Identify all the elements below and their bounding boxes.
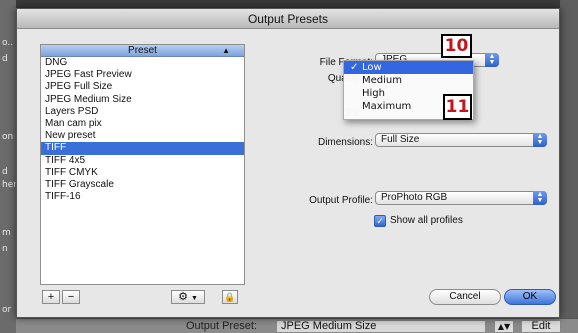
- background-text-fragment: on: [2, 132, 14, 142]
- cancel-button[interactable]: Cancel: [429, 289, 501, 305]
- preset-list-item[interactable]: TIFF: [41, 142, 244, 155]
- popup-arrows-icon: ▲ ▼: [533, 191, 547, 205]
- output-preset-stepper[interactable]: ▲▼: [494, 320, 514, 333]
- preset-list-item[interactable]: TIFF 4x5: [41, 155, 244, 167]
- preset-column-label: Preset: [128, 45, 157, 56]
- add-preset-button[interactable]: +: [42, 290, 60, 304]
- preset-list[interactable]: Preset ▲ DNG JPEG Fast Preview JPEG Full S…: [40, 44, 245, 285]
- background-text-fragment: d: [2, 54, 8, 64]
- preset-list-item[interactable]: JPEG Fast Preview: [41, 69, 244, 81]
- preset-list-item[interactable]: Man cam pix: [41, 118, 244, 130]
- callout-10: 10: [441, 34, 472, 58]
- preset-list-item[interactable]: TIFF CMYK: [41, 167, 244, 179]
- preset-list-item[interactable]: JPEG Full Size: [41, 81, 244, 93]
- gear-icon: ⚙: [178, 291, 188, 303]
- popup-arrows-icon: ▲ ▼: [485, 53, 499, 67]
- background-text-fragment: or: [2, 305, 12, 315]
- background-text-fragment: o..: [2, 38, 14, 48]
- preset-list-item[interactable]: TIFF-16: [41, 191, 244, 203]
- quality-option-medium[interactable]: Medium: [344, 74, 473, 87]
- quality-option-label: Low: [362, 62, 382, 73]
- quality-option-low[interactable]: ✓ Low: [344, 61, 473, 74]
- ok-button[interactable]: OK: [504, 289, 556, 305]
- dimensions-value: Full Size: [381, 134, 420, 145]
- dialog-title: Output Presets: [17, 9, 559, 29]
- lock-button[interactable]: 🔒: [222, 290, 238, 304]
- preset-list-item[interactable]: TIFF Grayscale: [41, 179, 244, 191]
- dimensions-popup[interactable]: Full Size ▲ ▼: [375, 133, 547, 147]
- background-text-fragment: m: [2, 228, 11, 238]
- output-profile-popup[interactable]: ProPhoto RGB ▲ ▼: [375, 191, 547, 205]
- preset-list-item[interactable]: New preset: [41, 130, 244, 142]
- dimensions-label: Dimensions:: [317, 137, 373, 148]
- checkmark-icon: ✓: [350, 62, 359, 73]
- quality-option-label: High: [362, 88, 385, 99]
- output-profile-value: ProPhoto RGB: [381, 192, 448, 203]
- output-preset-label: Output Preset:: [186, 320, 257, 332]
- callout-11: 11: [443, 94, 472, 120]
- action-menu-button[interactable]: ⚙ ▼: [171, 290, 205, 304]
- quality-option-label: Medium: [362, 75, 402, 86]
- show-all-profiles-checkbox[interactable]: ✓: [374, 215, 386, 227]
- preset-list-header[interactable]: Preset ▲: [41, 45, 244, 57]
- chevron-down-icon: ▼: [191, 295, 198, 302]
- preset-list-item[interactable]: Layers PSD: [41, 106, 244, 118]
- background-right-panel: [560, 0, 578, 333]
- preset-list-item[interactable]: DNG: [41, 57, 244, 69]
- popup-arrows-icon: ▲ ▼: [533, 133, 547, 147]
- quality-option-label: Maximum: [362, 101, 412, 112]
- output-presets-dialog: Output Presets Preset ▲ DNG JPEG Fast Pre…: [16, 8, 560, 318]
- sort-ascending-icon: ▲: [222, 46, 230, 55]
- show-all-profiles-label: Show all profiles: [390, 215, 463, 226]
- background-text-fragment: n: [2, 244, 8, 254]
- background-output-preset-bar: Output Preset: JPEG Medium Size ▲▼ Edit: [16, 318, 578, 333]
- output-preset-field[interactable]: JPEG Medium Size: [276, 320, 486, 333]
- background-text-fragment: d: [2, 167, 8, 177]
- remove-preset-button[interactable]: −: [62, 290, 80, 304]
- background-sidebar: o.. d on d hen m n or: [0, 0, 19, 333]
- preset-list-item[interactable]: JPEG Medium Size: [41, 94, 244, 106]
- lock-icon: 🔒: [224, 292, 236, 302]
- checkmark-icon: ✓: [376, 216, 384, 226]
- edit-button[interactable]: Edit: [521, 320, 561, 333]
- output-profile-label: Output Profile:: [309, 195, 373, 206]
